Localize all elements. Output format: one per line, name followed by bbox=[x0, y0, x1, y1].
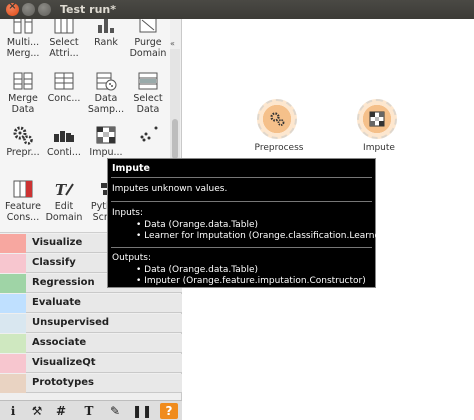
widget-impute[interactable]: Impu... bbox=[85, 125, 127, 158]
tooltip-inputs-heading: Inputs: bbox=[112, 208, 144, 218]
hash-icon[interactable]: # bbox=[52, 403, 70, 419]
tooltip-outputs-heading: Outputs: bbox=[112, 253, 151, 263]
title-bar: × Test run* bbox=[0, 0, 474, 19]
widget-tooltip: Impute Imputes unknown values. Inputs: •… bbox=[107, 158, 387, 288]
classify-icon bbox=[0, 254, 26, 273]
widget-merge-data[interactable]: Merge Data bbox=[2, 71, 44, 115]
node-impute[interactable] bbox=[357, 99, 397, 139]
tooltip-output-item: • Data (Orange.data.Table) bbox=[136, 265, 259, 275]
select-data-icon bbox=[138, 72, 158, 90]
multi-merge-icon bbox=[13, 19, 33, 34]
node-label-preprocess: Preprocess bbox=[254, 143, 304, 153]
tooltip-input-item: • Data (Orange.data.Table) bbox=[136, 220, 259, 230]
gears-icon bbox=[13, 126, 33, 145]
data-sampler-icon bbox=[96, 72, 117, 91]
info-icon[interactable]: ℹ bbox=[4, 403, 22, 419]
prototypes-icon bbox=[0, 374, 26, 393]
window-title: Test run* bbox=[60, 3, 116, 16]
text-icon[interactable]: T bbox=[80, 403, 98, 419]
outliers-icon bbox=[140, 126, 158, 142]
category-prototypes[interactable]: Prototypes bbox=[0, 374, 182, 393]
visualizeqt-icon bbox=[0, 354, 26, 373]
feature-constructor-icon bbox=[13, 180, 33, 198]
tooltip-description: Imputes unknown values. bbox=[112, 184, 228, 194]
widget-preprocess[interactable]: Prepr... bbox=[2, 125, 44, 158]
help-icon[interactable]: ? bbox=[160, 403, 178, 419]
widget-continuize[interactable]: Conti... bbox=[43, 125, 85, 158]
widget-multi-merge[interactable]: Multi... Merg... bbox=[2, 19, 44, 59]
wrench-icon[interactable]: ⚒ bbox=[28, 403, 46, 419]
impute-icon bbox=[96, 126, 116, 144]
category-visualizeqt[interactable]: VisualizeQt bbox=[0, 354, 182, 373]
widget-concatenate[interactable]: Conc... bbox=[43, 71, 85, 104]
maximize-window-button[interactable] bbox=[38, 3, 51, 16]
pen-icon[interactable]: ✎ bbox=[106, 403, 124, 419]
close-window-button[interactable]: × bbox=[6, 1, 19, 16]
widget-rank[interactable]: Rank bbox=[85, 19, 127, 48]
widget-feature-constructor[interactable]: Feature Cons... bbox=[2, 179, 44, 223]
tooltip-output-item: • Imputer (Orange.feature.imputation.Con… bbox=[136, 276, 366, 286]
widget-select-data[interactable]: Select Data bbox=[127, 71, 169, 115]
regression-icon bbox=[0, 274, 26, 293]
widget-edit-domain[interactable]: T Edit Domain bbox=[43, 179, 85, 223]
concatenate-icon bbox=[54, 72, 74, 90]
widget-purge-domain[interactable]: Purge Domain bbox=[127, 19, 169, 59]
category-associate[interactable]: Associate bbox=[0, 334, 182, 353]
tooltip-title: Impute bbox=[112, 163, 150, 174]
widget-select-attributes[interactable]: Select Attri... bbox=[43, 19, 85, 59]
collapse-toolbox-icon[interactable]: « bbox=[170, 39, 175, 48]
unsupervised-icon bbox=[0, 314, 26, 333]
node-preprocess[interactable] bbox=[257, 99, 297, 139]
associate-icon bbox=[0, 334, 26, 353]
impute-icon bbox=[369, 111, 385, 127]
edit-domain-icon: T bbox=[55, 181, 74, 199]
merge-data-icon bbox=[13, 72, 33, 90]
select-attributes-icon bbox=[54, 19, 74, 34]
tooltip-input-item: • Learner for Imputation (Orange.classif… bbox=[136, 231, 388, 241]
minimize-window-button[interactable] bbox=[22, 3, 35, 16]
category-evaluate[interactable]: Evaluate bbox=[0, 294, 182, 313]
continuize-icon bbox=[54, 131, 74, 142]
gears-icon bbox=[270, 112, 285, 126]
widget-data-sampler[interactable]: Data Samp... bbox=[85, 71, 127, 115]
pause-icon[interactable]: ❚❚ bbox=[132, 403, 152, 419]
node-label-impute: Impute bbox=[363, 143, 395, 153]
svg-text:T: T bbox=[55, 181, 68, 199]
category-unsupervised[interactable]: Unsupervised bbox=[0, 314, 182, 333]
evaluate-icon bbox=[0, 294, 26, 313]
rank-icon bbox=[98, 19, 114, 33]
visualize-icon bbox=[0, 234, 26, 253]
widget-outliers[interactable] bbox=[127, 125, 169, 147]
purge-domain-icon bbox=[139, 19, 157, 33]
bottom-toolbar: ℹ ⚒ # T ✎ ❚❚ ? bbox=[0, 400, 182, 420]
